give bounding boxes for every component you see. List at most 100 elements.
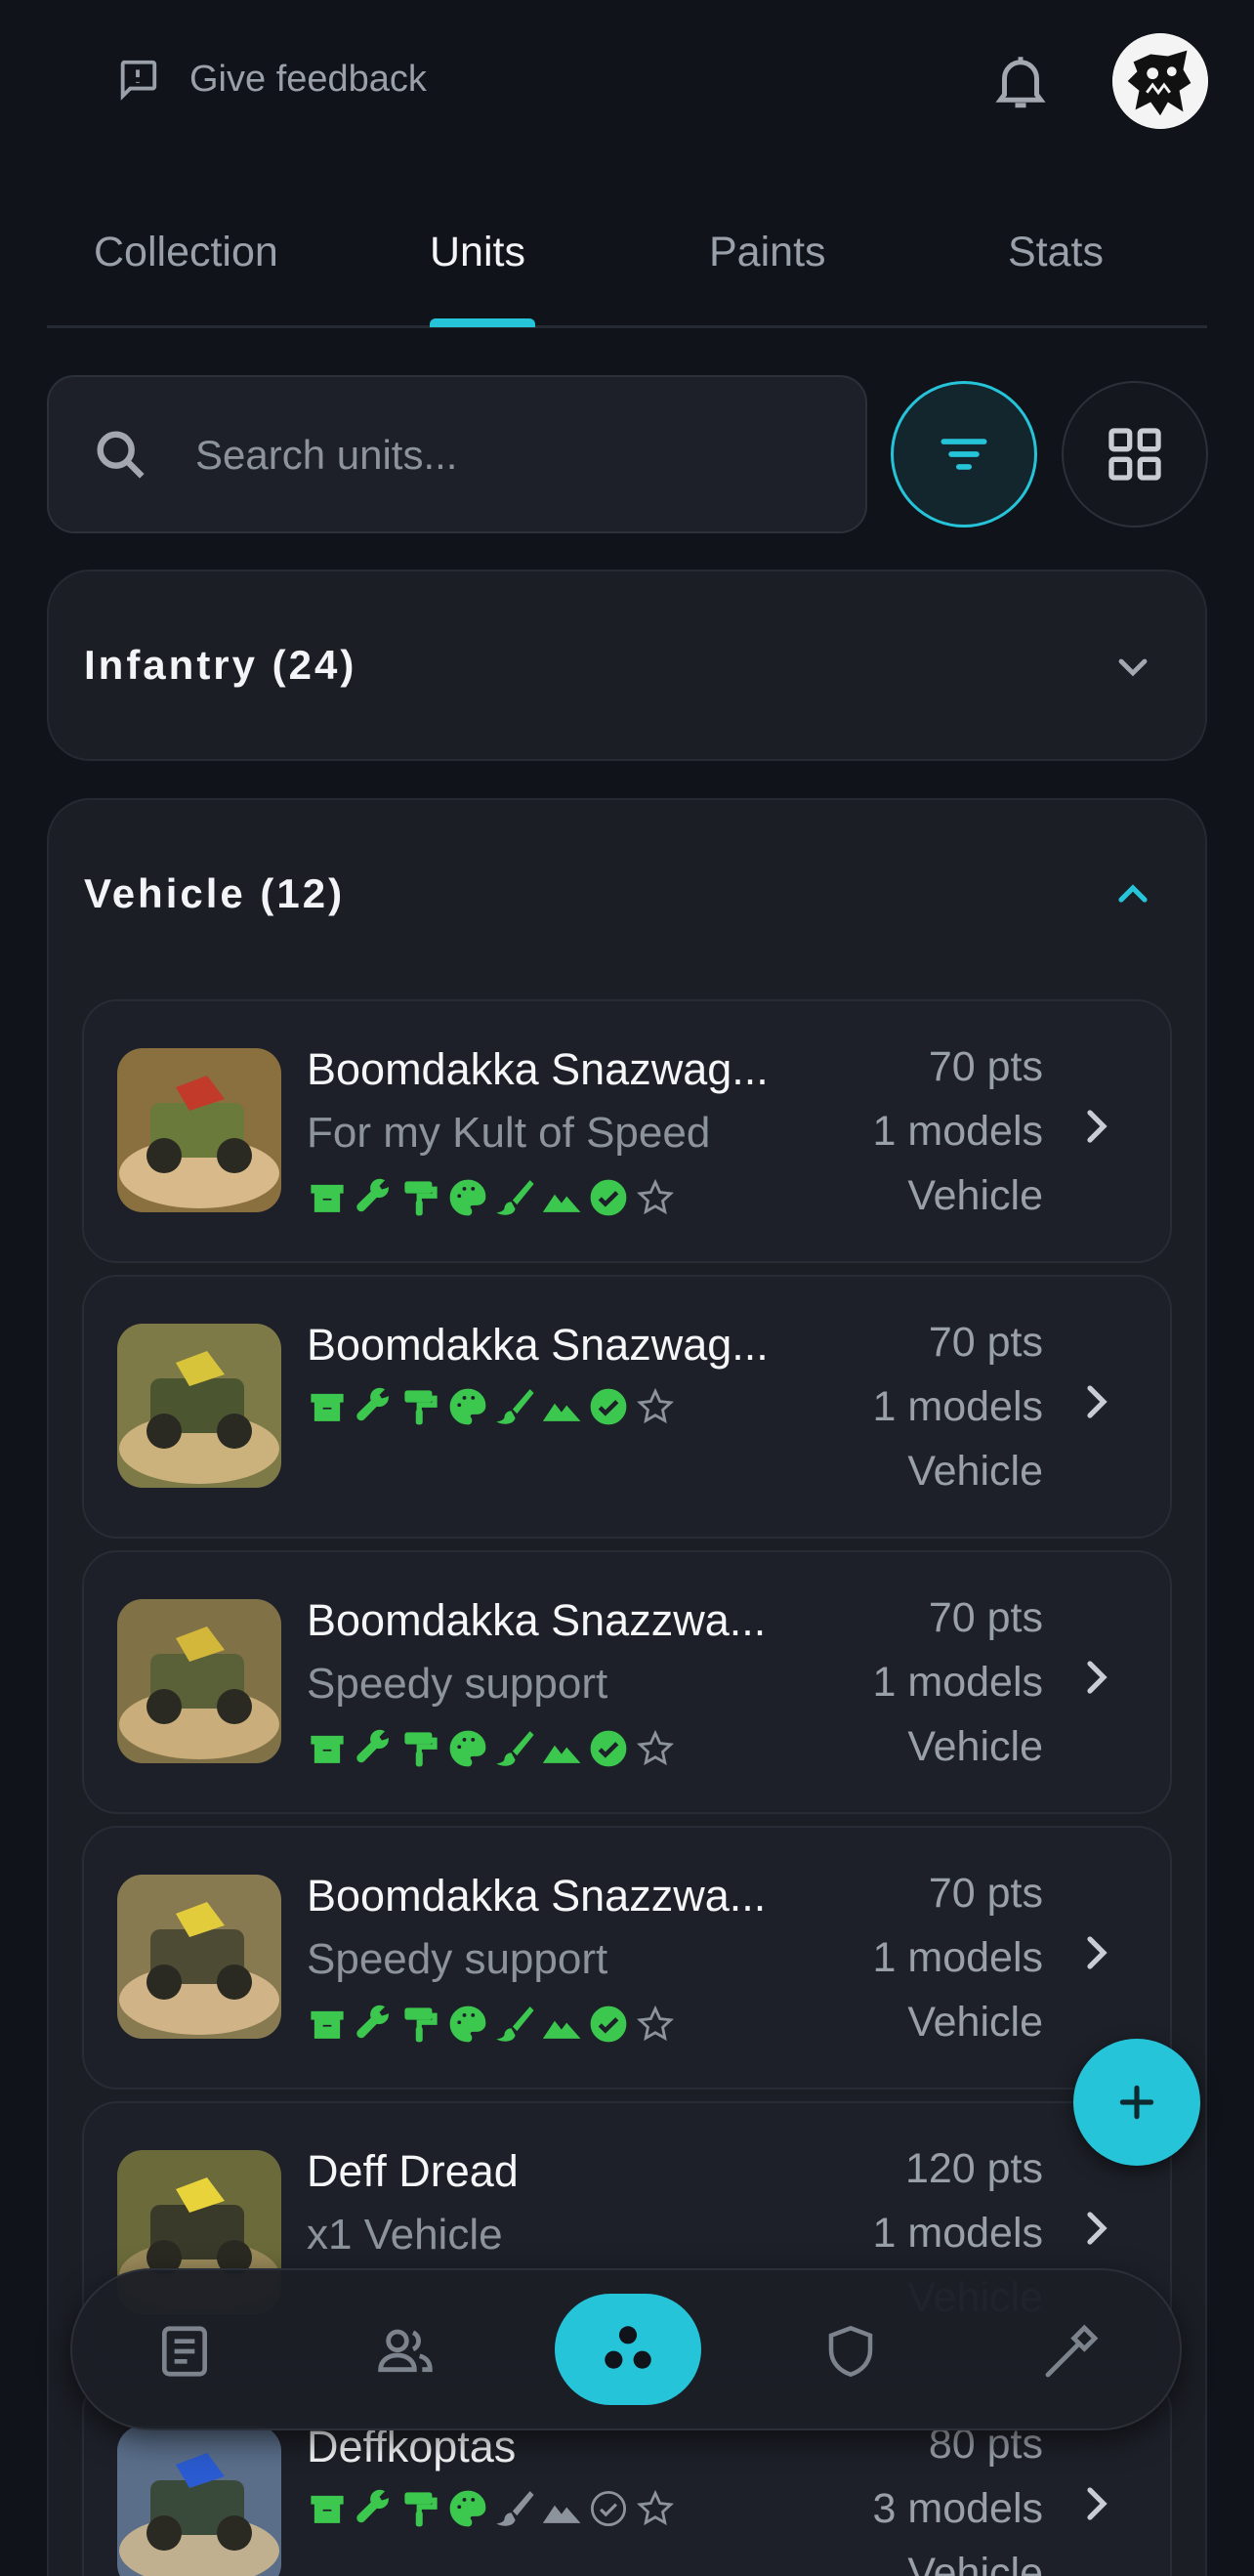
ork-glyph-avatar-icon xyxy=(1112,33,1208,129)
grid-view-button[interactable] xyxy=(1062,381,1208,528)
primer-roller-icon xyxy=(400,1177,441,1218)
terrain-icon xyxy=(541,2488,582,2529)
bottom-navigation xyxy=(70,2268,1182,2430)
painting-progress xyxy=(307,1386,676,1427)
unit-stats: 70 pts 1 models Vehicle xyxy=(873,1310,1043,1503)
group-infantry-title: Infantry (24) xyxy=(84,642,357,688)
terrain-icon xyxy=(541,1386,582,1427)
users-icon xyxy=(378,2329,433,2373)
search-icon xyxy=(97,431,145,479)
unit-thumbnail xyxy=(117,1599,281,1763)
unit-stats: 70 pts 1 models Vehicle xyxy=(873,1035,1043,1228)
star-icon xyxy=(635,1386,676,1427)
box-icon xyxy=(307,1386,348,1427)
brush-icon xyxy=(494,2488,535,2529)
palette-icon xyxy=(447,2488,488,2529)
avatar[interactable] xyxy=(1112,33,1208,129)
shield-icon xyxy=(828,2325,873,2378)
star-icon xyxy=(635,1177,676,1218)
tab-collection[interactable]: Collection xyxy=(94,229,332,276)
chevron-right-icon xyxy=(1087,1110,1108,1143)
unit-stats: 80 pts 3 models Vehicle xyxy=(873,2412,1043,2576)
hammer-icon xyxy=(1045,2324,1099,2378)
terrain-icon xyxy=(541,1177,582,1218)
nav-notes[interactable] xyxy=(141,2307,229,2395)
chevron-right-icon xyxy=(1087,1936,1108,1969)
wrench-icon xyxy=(354,1177,395,1218)
palette-icon xyxy=(447,1728,488,1769)
unit-thumbnail xyxy=(117,1324,281,1488)
unit-subtitle: x1 Vehicle xyxy=(307,2211,503,2259)
unit-name: Boomdakka Snazzwa... xyxy=(307,1595,767,1645)
unit-subtitle: Speedy support xyxy=(307,1935,608,1983)
wrench-icon xyxy=(354,2488,395,2529)
unit-type: Vehicle xyxy=(907,1723,1043,1770)
box-icon xyxy=(307,2488,348,2529)
nav-shield[interactable] xyxy=(807,2307,895,2395)
unit-card[interactable]: Boomdakka Snazzwa... Speedy support 70 pts… xyxy=(82,1550,1172,1814)
check-circle-icon xyxy=(588,1386,629,1427)
group-infantry[interactable]: Infantry (24) xyxy=(47,570,1207,761)
unit-models: 1 models xyxy=(872,1934,1043,1981)
unit-points: 70 pts xyxy=(928,1870,1043,1917)
nav-units[interactable] xyxy=(555,2294,701,2405)
painting-progress xyxy=(307,2004,676,2045)
tab-units[interactable]: Units xyxy=(430,229,525,276)
star-icon xyxy=(635,1728,676,1769)
chevron-down-icon xyxy=(1118,658,1148,677)
unit-type: Vehicle xyxy=(907,1448,1043,1495)
unit-card[interactable]: Boomdakka Snazwag... For my Kult of Speed… xyxy=(82,999,1172,1263)
brush-icon xyxy=(494,1386,535,1427)
unit-stats: 70 pts 1 models Vehicle xyxy=(873,1585,1043,1779)
primer-roller-icon xyxy=(400,2004,441,2045)
unit-models: 1 models xyxy=(872,2210,1043,2257)
tab-paints[interactable]: Paints xyxy=(709,229,826,276)
wrench-icon xyxy=(354,2004,395,2045)
primer-roller-icon xyxy=(400,2488,441,2529)
nav-users[interactable] xyxy=(361,2307,449,2395)
feedback-icon xyxy=(120,60,157,101)
nav-hammer[interactable] xyxy=(1027,2307,1115,2395)
tab-stats[interactable]: Stats xyxy=(1008,229,1104,276)
primer-roller-icon xyxy=(400,1386,441,1427)
units-icon xyxy=(605,2326,651,2369)
top-bar: Give feedback xyxy=(0,0,1254,166)
unit-card[interactable]: Boomdakka Snazwag... 70 pts 1 models Vehicl… xyxy=(82,1275,1172,1539)
unit-points: 120 pts xyxy=(904,2145,1043,2192)
notes-icon xyxy=(162,2326,207,2377)
unit-type: Vehicle xyxy=(907,1999,1043,2046)
unit-points: 70 pts xyxy=(928,1594,1043,1641)
unit-type: Vehicle xyxy=(907,1172,1043,1219)
tab-bar: Collection Units Paints Stats xyxy=(47,205,1207,328)
palette-icon xyxy=(447,2004,488,2045)
palette-icon xyxy=(447,1386,488,1427)
palette-icon xyxy=(447,1177,488,1218)
unit-models: 1 models xyxy=(872,1659,1043,1706)
chevron-right-icon xyxy=(1087,2487,1108,2520)
active-tab-indicator xyxy=(430,318,535,327)
unit-thumbnail xyxy=(117,1875,281,2039)
brush-icon xyxy=(494,1177,535,1218)
unit-points: 70 pts xyxy=(928,1319,1043,1366)
painting-progress xyxy=(307,1177,676,1218)
terrain-icon xyxy=(541,1728,582,1769)
search-input[interactable] xyxy=(195,416,820,494)
star-icon xyxy=(635,2488,676,2529)
add-unit-button[interactable] xyxy=(1073,2039,1200,2166)
star-icon xyxy=(635,2004,676,2045)
unit-name: Boomdakka Snazwag... xyxy=(307,1320,769,1370)
unit-thumbnail xyxy=(117,2426,281,2576)
filter-button[interactable] xyxy=(891,381,1037,528)
unit-models: 1 models xyxy=(872,1383,1043,1430)
notification-bell-icon[interactable] xyxy=(988,49,1053,113)
terrain-icon xyxy=(541,2004,582,2045)
search-box[interactable] xyxy=(47,375,867,533)
group-vehicle-title[interactable]: Vehicle (12) xyxy=(84,870,345,917)
unit-models: 3 models xyxy=(872,2485,1043,2532)
filter-icon xyxy=(940,439,987,470)
unit-models: 1 models xyxy=(872,1108,1043,1155)
unit-thumbnail xyxy=(117,1048,281,1212)
give-feedback-link[interactable]: Give feedback xyxy=(115,57,427,102)
unit-card[interactable]: Boomdakka Snazzwa... Speedy support 70 pts… xyxy=(82,1826,1172,2090)
chevron-up-icon[interactable] xyxy=(1109,870,1156,917)
